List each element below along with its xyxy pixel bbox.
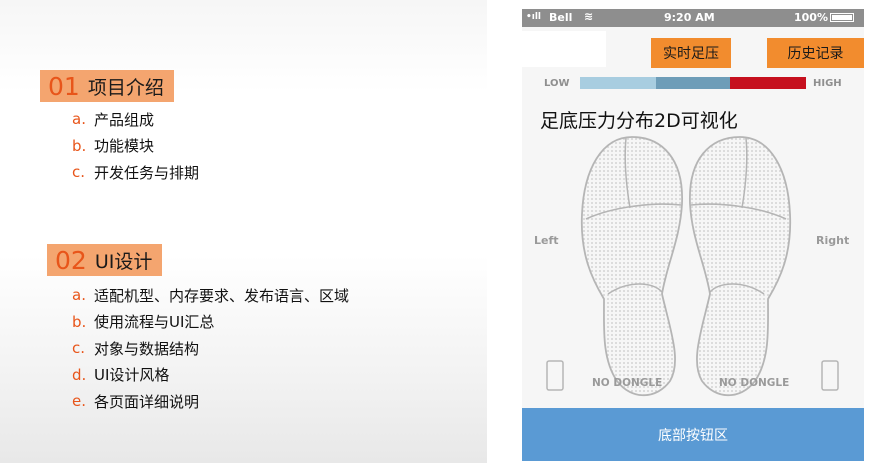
foot-pressure-diagram [546, 136, 839, 397]
list-text: 开发任务与排期 [94, 163, 200, 182]
outline-slide: 01 项目介绍 a. 产品组成 b. 功能模块 c. 开发任务与排期 02 UI设计 … [0, 0, 487, 463]
section-1-title: 项目介绍 [87, 76, 164, 99]
list-text: 对象与数据结构 [94, 339, 200, 358]
visualization-title: 足底压力分布2D可视化 [540, 110, 738, 132]
bottom-button-area[interactable]: 底部按钮区 [522, 408, 864, 461]
list-item: c. 对象与数据结构 [72, 335, 349, 362]
list-text: 功能模块 [94, 137, 155, 156]
list-marker: c. [72, 339, 86, 358]
list-marker: c. [72, 163, 86, 182]
no-dongle-left-label: NO DONGLE [592, 377, 663, 389]
section-2-title: UI设计 [94, 250, 153, 273]
list-marker: b. [72, 312, 87, 331]
right-foot-label: Right [816, 234, 850, 247]
list-item: c. 开发任务与排期 [72, 159, 199, 186]
list-item: b. 使用流程与UI汇总 [72, 309, 349, 336]
section-2-list: a. 适配机型、内存要求、发布语言、区域 b. 使用流程与UI汇总 c. 对象与数据结… [72, 282, 349, 415]
section-2-number: 02 [55, 245, 87, 275]
list-item: a. 产品组成 [72, 106, 199, 133]
left-foot-outline [580, 136, 683, 397]
list-marker: a. [72, 110, 86, 129]
list-marker: a. [72, 286, 86, 305]
list-marker: d. [72, 365, 87, 384]
list-text: 产品组成 [94, 110, 155, 129]
left-device-icon [546, 360, 564, 391]
section-1-number: 01 [48, 71, 80, 101]
list-text: UI设计风格 [94, 366, 170, 385]
section-1-list: a. 产品组成 b. 功能模块 c. 开发任务与排期 [72, 106, 199, 186]
list-text: 各页面详细说明 [94, 392, 200, 411]
section-1-header: 01 项目介绍 [40, 70, 174, 102]
list-marker: b. [72, 136, 87, 155]
no-dongle-right-label: NO DONGLE [719, 377, 790, 389]
right-foot-outline [689, 136, 792, 397]
list-item: d. UI设计风格 [72, 362, 349, 389]
list-text: 适配机型、内存要求、发布语言、区域 [94, 286, 350, 305]
section-2-header: 02 UI设计 [47, 244, 163, 276]
list-item: a. 适配机型、内存要求、发布语言、区域 [72, 282, 349, 309]
list-item: e. 各页面详细说明 [72, 388, 349, 415]
list-item: b. 功能模块 [72, 133, 199, 160]
list-marker: e. [72, 392, 86, 411]
phone-screen: •ıll Bell ≋ 9:20 AM 100% 实时足压 历史记录 LOW H… [522, 9, 864, 461]
right-device-icon [821, 360, 839, 391]
list-text: 使用流程与UI汇总 [94, 313, 215, 332]
left-foot-label: Left [534, 234, 559, 247]
